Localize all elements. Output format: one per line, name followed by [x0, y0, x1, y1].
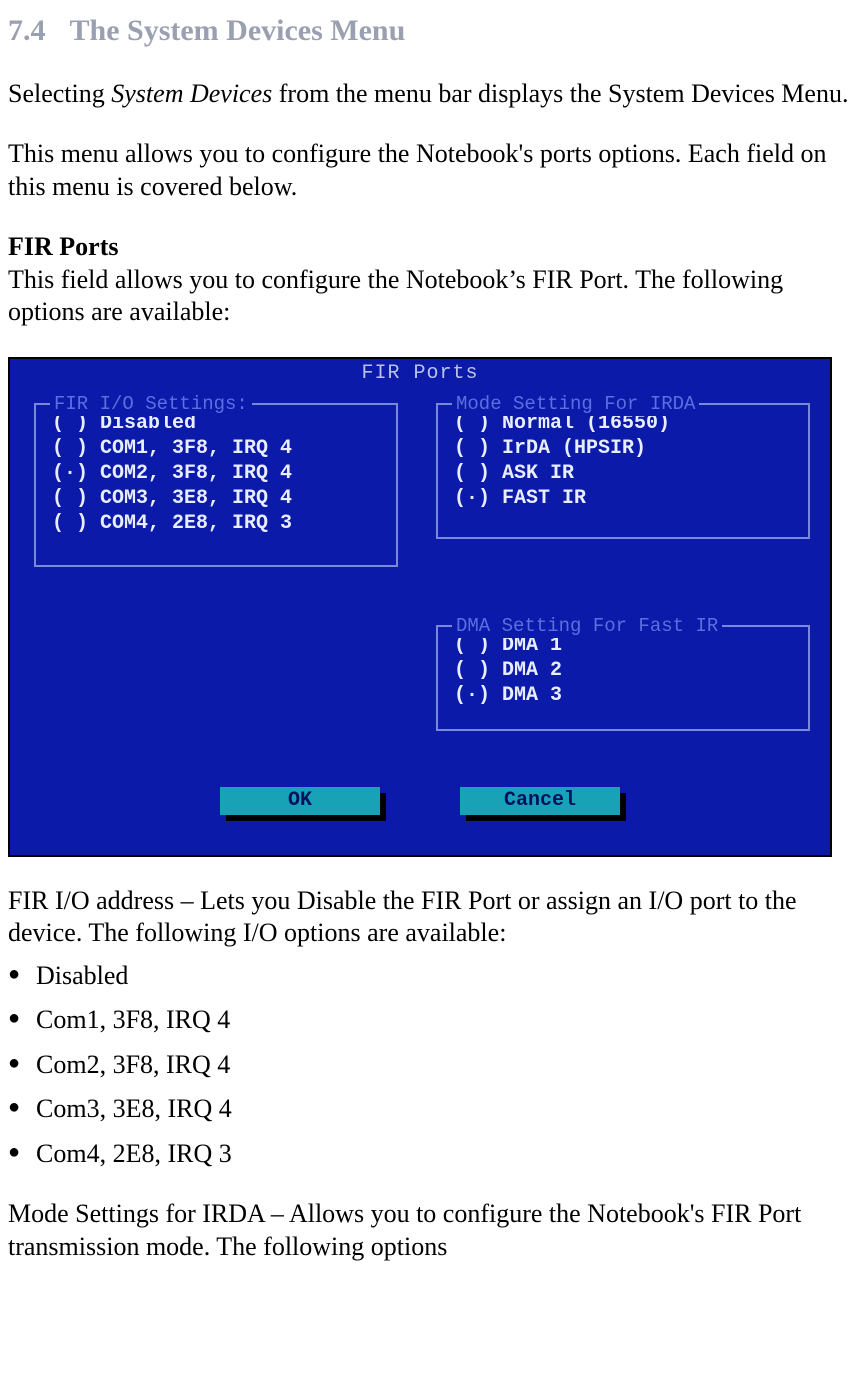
button-row: OK Cancel	[10, 787, 830, 815]
text: Selecting	[8, 79, 111, 108]
list-item: Disabled	[8, 960, 860, 993]
mode-legend: Mode Setting For IRDA	[452, 393, 699, 417]
fir-ports-heading: FIR Ports	[8, 232, 118, 261]
mode-settings-paragraph: Mode Settings for IRDA – Allows you to c…	[8, 1198, 860, 1263]
dma-legend: DMA Setting For Fast IR	[452, 615, 722, 639]
list-item: Com2, 3F8, IRQ 4	[8, 1049, 860, 1082]
fir-io-panel: FIR I/O Settings: ( ) Disabled ( ) COM1,…	[34, 403, 398, 567]
radio-option[interactable]: (·) FAST IR	[454, 487, 586, 510]
radio-option[interactable]: ( ) COM4, 2E8, IRQ 3	[52, 512, 292, 535]
text-italic: System Devices	[111, 79, 272, 108]
dma-panel: DMA Setting For Fast IR ( ) DMA 1 ( ) DM…	[436, 625, 810, 731]
bios-title: FIR Ports	[361, 361, 478, 386]
fir-ports-description: This field allows you to configure the N…	[8, 265, 783, 327]
cancel-button[interactable]: Cancel	[460, 787, 620, 815]
list-item: Com4, 2E8, IRQ 3	[8, 1138, 860, 1171]
intro-paragraph-2: This menu allows you to configure the No…	[8, 138, 860, 203]
radio-option[interactable]: (·) DMA 3	[454, 684, 562, 707]
radio-option[interactable]: ( ) ASK IR	[454, 462, 574, 485]
radio-option[interactable]: (·) COM2, 3F8, IRQ 4	[52, 462, 292, 485]
radio-option[interactable]: ( ) DMA 2	[454, 659, 562, 682]
ok-button[interactable]: OK	[220, 787, 380, 815]
section-title: The System Devices Menu	[70, 14, 406, 47]
radio-option[interactable]: ( ) COM1, 3F8, IRQ 4	[52, 437, 292, 460]
section-number: 7.4	[8, 14, 46, 47]
fir-ports-section: FIR Ports This field allows you to confi…	[8, 231, 860, 329]
intro-paragraph-1: Selecting System Devices from the menu b…	[8, 78, 860, 111]
fir-io-body: ( ) Disabled ( ) COM1, 3F8, IRQ 4 (·) CO…	[36, 405, 396, 542]
fir-io-legend: FIR I/O Settings:	[50, 393, 252, 417]
bios-screenshot: FIR Ports FIR I/O Settings: ( ) Disabled…	[8, 357, 832, 857]
list-item: Com1, 3F8, IRQ 4	[8, 1004, 860, 1037]
fir-io-address-paragraph: FIR I/O address – Lets you Disable the F…	[8, 885, 860, 950]
io-options-list: Disabled Com1, 3F8, IRQ 4 Com2, 3F8, IRQ…	[8, 960, 860, 1171]
radio-option[interactable]: ( ) COM3, 3E8, IRQ 4	[52, 487, 292, 510]
mode-panel: Mode Setting For IRDA ( ) Normal (16550)…	[436, 403, 810, 539]
dma-body: ( ) DMA 1 ( ) DMA 2 (·) DMA 3	[438, 627, 808, 714]
section-heading: 7.4 The System Devices Menu	[8, 12, 860, 50]
radio-option[interactable]: ( ) IrDA (HPSIR)	[454, 437, 646, 460]
list-item: Com3, 3E8, IRQ 4	[8, 1093, 860, 1126]
mode-body: ( ) Normal (16550) ( ) IrDA (HPSIR) ( ) …	[438, 405, 808, 517]
text: from the menu bar displays the System De…	[272, 79, 848, 108]
